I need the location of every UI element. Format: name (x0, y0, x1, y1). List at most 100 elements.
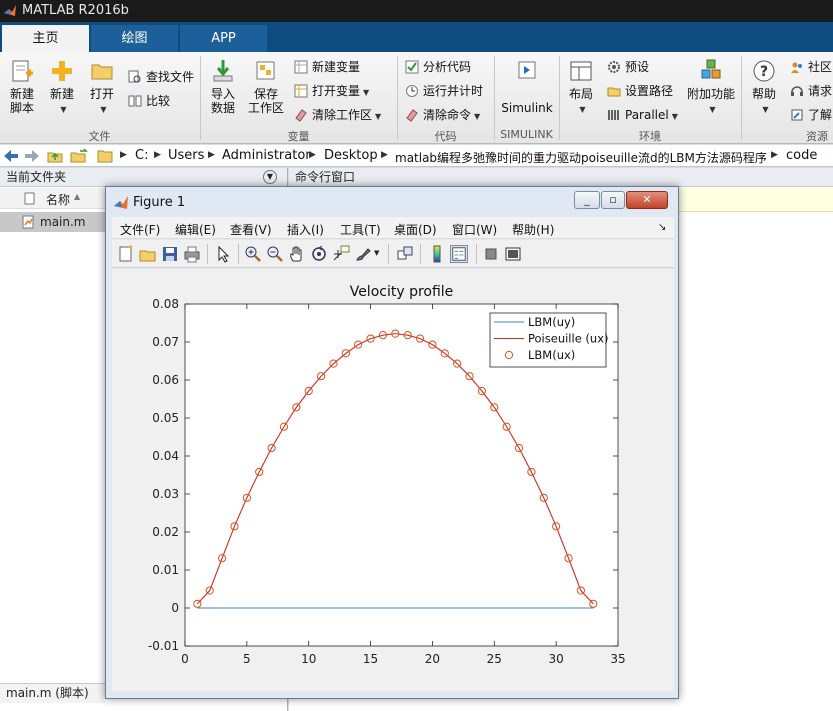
hide-plot-tools-icon[interactable] (482, 245, 500, 263)
y-tick-label: 0.02 (152, 525, 179, 539)
y-tick-label: 0.01 (152, 563, 179, 577)
toolbar-separator (476, 244, 477, 264)
panel-menu-chevron-icon[interactable]: ▼ (263, 170, 277, 184)
help-button[interactable]: ? 帮助 ▼ (746, 58, 782, 117)
simulink-button[interactable]: Simulink (500, 58, 554, 115)
print-icon[interactable] (183, 245, 201, 263)
menu-insert[interactable]: 插入(I) (287, 221, 324, 238)
tab-home[interactable]: 主页 (2, 25, 89, 52)
close-button[interactable]: ✕ (626, 191, 668, 209)
parallel-icon (608, 110, 619, 120)
chevron-down-icon: ▼ (363, 88, 370, 97)
path-segment[interactable]: Desktop (324, 148, 378, 163)
x-tick-label: 10 (301, 652, 316, 666)
show-plot-tools-icon[interactable] (504, 245, 522, 263)
open-variable-button[interactable]: 打开变量 ▼ (294, 82, 369, 100)
chart-title: Velocity profile (350, 284, 454, 300)
group-code-label: 代码 (434, 130, 457, 143)
current-folder-title-text: 当前文件夹 (6, 170, 67, 184)
path-separator-icon: ▶ (771, 150, 778, 160)
request-support-label: 请求 (808, 84, 833, 98)
run-and-time-icon (406, 85, 418, 97)
data-cursor-icon[interactable] (332, 245, 350, 263)
request-support-button[interactable]: 请求 (790, 82, 832, 100)
import-data-button[interactable]: 导入 数据 (204, 58, 242, 115)
x-tick-label: 30 (549, 652, 564, 666)
menu-view[interactable]: 查看(V) (230, 221, 272, 238)
figure-window[interactable]: Figure 1 _ ▫ ✕ 文件(F) 编辑(E) 查看(V) 插入(I) 工… (105, 186, 679, 699)
menu-desktop[interactable]: 桌面(D) (394, 221, 437, 238)
brush-icon[interactable] (354, 245, 372, 263)
menubar-dock-arrow-icon[interactable]: ↘ (658, 222, 666, 233)
pointer-arrow-icon[interactable] (214, 245, 232, 263)
list-item[interactable]: main.m (0, 212, 105, 232)
insert-colorbar-icon[interactable] (428, 245, 446, 263)
velocity-profile-chart[interactable]: 0 5 10 15 20 25 30 35-0.0100.010.020.030.040.05… (112, 269, 674, 691)
layout-button[interactable]: 布局 ▼ (564, 58, 598, 117)
back-arrow-icon[interactable] (3, 149, 19, 163)
learn-button[interactable]: 了解 (790, 106, 832, 124)
learn-icon (791, 109, 803, 121)
set-path-button[interactable]: 设置路径 (607, 82, 673, 100)
tab-plots[interactable]: 绘图 (91, 25, 178, 52)
path-separator-icon: ▶ (208, 150, 215, 160)
link-plot-icon[interactable] (396, 245, 414, 263)
new-figure-icon[interactable] (117, 245, 135, 263)
path-segment[interactable]: code (786, 148, 817, 163)
zoom-in-icon[interactable] (244, 245, 262, 263)
new-button[interactable]: 新建 ▼ (44, 58, 80, 117)
run-and-time-button[interactable]: 运行并计时 (405, 82, 483, 100)
path-segment[interactable]: matlab编程多弛豫时间的重力驱动poiseuille流d的LBM方法源码程序 (395, 149, 767, 166)
command-window-title-text: 命令行窗口 (295, 170, 356, 184)
open-file-icon[interactable] (139, 245, 157, 263)
new-script-button[interactable]: 新建 脚本 (4, 58, 40, 115)
find-files-button[interactable]: 查找文件 (128, 68, 194, 86)
up-folder-icon[interactable] (47, 148, 63, 164)
menu-tools[interactable]: 工具(T) (340, 221, 381, 238)
forward-arrow-icon[interactable] (24, 149, 40, 163)
community-button[interactable]: 社区 (790, 58, 832, 76)
brush-dropdown-icon[interactable]: ▼ (374, 249, 379, 257)
chevron-down-icon: ▼ (579, 105, 586, 114)
rotate-3d-icon[interactable] (310, 245, 328, 263)
compare-button[interactable]: 比较 (128, 92, 170, 110)
save-icon[interactable] (161, 245, 179, 263)
addons-button[interactable]: 附加功能 ▼ (686, 58, 736, 117)
menu-file[interactable]: 文件(F) (120, 221, 160, 238)
simulink-label: Simulink (501, 101, 553, 115)
group-resources-label: 资源 (806, 130, 828, 143)
chevron-down-icon: ▼ (709, 105, 716, 114)
menu-edit[interactable]: 编辑(E) (175, 221, 216, 238)
path-segment[interactable]: C: (135, 148, 148, 163)
save-workspace-button[interactable]: 保存 工作区 (246, 58, 286, 115)
zoom-out-icon[interactable] (266, 245, 284, 263)
chevron-down-icon: ▼ (474, 112, 481, 121)
clear-workspace-button[interactable]: 清除工作区 ▼ (294, 106, 381, 124)
tab-apps[interactable]: APP (180, 25, 267, 52)
gear-icon (608, 61, 620, 73)
analyze-code-button[interactable]: 分析代码 (405, 58, 471, 76)
x-tick-label: 15 (363, 652, 378, 666)
minimize-button[interactable]: _ (574, 191, 600, 209)
toolbar-separator (420, 244, 421, 264)
pan-hand-icon[interactable] (288, 245, 306, 263)
name-column-header[interactable]: 名称 (46, 191, 70, 208)
set-path-label: 设置路径 (625, 84, 674, 98)
toolbar-separator (207, 244, 208, 264)
figure-canvas[interactable]: 0 5 10 15 20 25 30 35 -0.01 0 0.01 0.02 0.03 0.04 0.05… (112, 269, 674, 691)
preferences-button[interactable]: 预设 (607, 58, 649, 76)
open-button[interactable]: 打开 ▼ (84, 58, 120, 117)
import-data-icon (213, 60, 233, 82)
chart-legend[interactable]: LBM(uy) Poiseuille (ux) LBM(ux) (489, 312, 609, 368)
browse-folder-icon[interactable] (70, 148, 88, 164)
maximize-button[interactable]: ▫ (601, 191, 625, 209)
path-segment[interactable]: Users (168, 148, 204, 163)
new-variable-button[interactable]: 新建变量 (294, 58, 360, 76)
clear-commands-button[interactable]: 清除命令 ▼ (405, 106, 480, 124)
file-type-column-icon (24, 192, 35, 205)
menu-window[interactable]: 窗口(W) (452, 221, 497, 238)
parallel-button[interactable]: Parallel ▼ (607, 106, 678, 124)
path-segment[interactable]: Administrator (222, 148, 311, 163)
insert-legend-icon[interactable] (450, 245, 468, 263)
menu-help[interactable]: 帮助(H) (512, 221, 554, 238)
